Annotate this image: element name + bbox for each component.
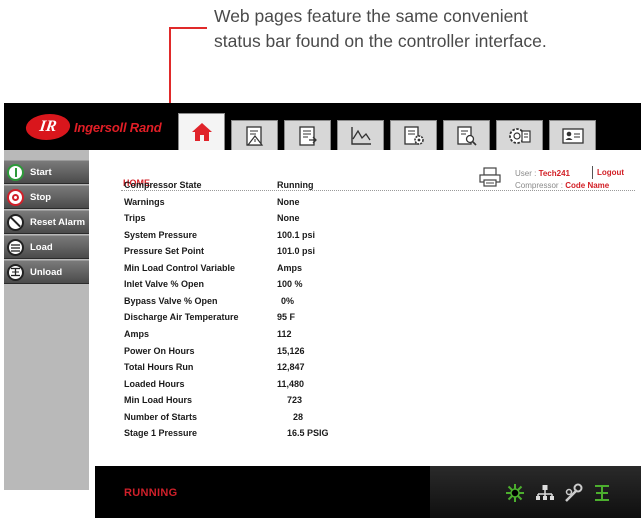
- main-panel: HOME User : Tech241 Compressor : Code Na…: [95, 156, 641, 466]
- reset-alarm-button-label: Reset Alarm: [30, 216, 86, 228]
- status-row-value: 12,847: [277, 362, 305, 373]
- status-row-label: Warnings: [124, 196, 165, 207]
- status-row-value: 112: [277, 328, 292, 339]
- document-search-icon: [456, 125, 477, 146]
- callout-line-2: status bar found on the controller inter…: [214, 31, 547, 51]
- status-row-value: None: [277, 196, 300, 207]
- callout-leader-line-vertical: [169, 27, 171, 112]
- status-row-label: Min Load Control Variable: [124, 262, 236, 273]
- load-button-label: Load: [30, 241, 53, 253]
- printer-icon[interactable]: [479, 167, 501, 187]
- status-row-label: Inlet Valve % Open: [124, 279, 205, 290]
- settings-sheet-icon: [403, 125, 424, 145]
- unload-icon: [7, 263, 24, 281]
- status-row-value: 16.5 PSIG: [287, 428, 329, 439]
- reset-alarm-icon: [7, 213, 24, 231]
- start-icon: [7, 163, 24, 181]
- status-row-label: Pressure Set Point: [124, 246, 205, 257]
- running-status: RUNNING: [124, 487, 178, 499]
- stop-button[interactable]: Stop: [4, 185, 89, 209]
- status-row-value: 100.1 psi: [277, 229, 316, 240]
- unload-button-label: Unload: [30, 266, 63, 278]
- status-row-value: 723: [287, 395, 303, 406]
- compressor-label: Compressor :: [515, 181, 566, 190]
- status-row-label: Number of Starts: [124, 411, 198, 422]
- status-row-value: 100 %: [277, 279, 303, 290]
- status-row-label: Total Hours Run: [124, 362, 194, 373]
- status-bar: RUNNING: [95, 466, 641, 518]
- fan-running-icon: [506, 484, 524, 502]
- start-button-label: Start: [30, 166, 52, 178]
- maintenance-icon: [565, 483, 583, 502]
- status-row-value: 28: [293, 411, 304, 422]
- status-row-label: Amps: [124, 328, 150, 339]
- callout-line-1: Web pages feature the same convenient: [214, 6, 528, 26]
- status-row-value: 101.0 psi: [277, 246, 316, 257]
- status-row-value: 95 F: [277, 312, 296, 323]
- tab-service[interactable]: [496, 120, 543, 150]
- status-row-value: 15,126: [277, 345, 305, 356]
- tab-trends[interactable]: [337, 120, 384, 150]
- status-row-value: 0%: [281, 295, 295, 306]
- load-status-icon: [595, 485, 609, 501]
- service-gear-icon: [508, 127, 531, 144]
- status-row-value: 11,480: [277, 378, 305, 389]
- header-separator: [592, 166, 593, 179]
- tab-events[interactable]: [284, 120, 331, 150]
- tab-home[interactable]: [178, 113, 225, 150]
- compressor-name: Code Name: [565, 181, 610, 190]
- status-row-value: None: [277, 213, 300, 224]
- alarm-report-icon: [245, 125, 263, 146]
- status-row-label: Compressor State: [124, 180, 202, 190]
- user-name: Tech241: [538, 169, 570, 178]
- callout-leader-line: [169, 27, 207, 29]
- status-row-label: Power On Hours: [124, 345, 195, 356]
- tab-user[interactable]: [549, 120, 596, 150]
- status-row-label: Trips: [124, 213, 146, 224]
- brand-logo: IR Ingersoll Rand: [24, 112, 162, 142]
- user-label: User :: [515, 169, 539, 178]
- home-icon: [191, 123, 212, 141]
- trend-chart-icon: [350, 126, 371, 145]
- user-info: User : Tech241 Compressor : Code Name: [515, 168, 609, 192]
- network-icon: [536, 485, 554, 500]
- tab-reports[interactable]: [443, 120, 490, 150]
- status-row-label: Min Load Hours: [124, 395, 192, 406]
- status-row-value: Running: [277, 180, 314, 190]
- status-row-label: Bypass Valve % Open: [124, 295, 218, 306]
- status-row-label: Loaded Hours: [124, 378, 185, 389]
- status-row-label: Stage 1 Pressure: [124, 428, 198, 439]
- load-button[interactable]: Load: [4, 235, 89, 259]
- brand-mark: IR: [24, 114, 72, 140]
- logout-link[interactable]: Logout: [597, 168, 624, 177]
- user-card-icon: [561, 127, 584, 144]
- top-header: IR Ingersoll Rand: [4, 103, 641, 150]
- control-sidebar: Start Stop Reset Alarm Load Unload: [4, 150, 89, 490]
- brand-name: Ingersoll Rand: [74, 119, 162, 135]
- stop-icon: [7, 188, 24, 206]
- event-list-icon: [298, 125, 317, 146]
- tab-alarms[interactable]: [231, 120, 278, 150]
- status-row-label: Discharge Air Temperature: [124, 312, 239, 323]
- start-button[interactable]: Start: [4, 160, 89, 184]
- status-row-label: System Pressure: [124, 229, 198, 240]
- reset-alarm-button[interactable]: Reset Alarm: [4, 210, 89, 234]
- status-row-value: Amps: [277, 262, 303, 273]
- callout-text: Web pages feature the same convenient st…: [214, 4, 634, 54]
- unload-button[interactable]: Unload: [4, 260, 89, 284]
- tab-settings[interactable]: [390, 120, 437, 150]
- load-icon: [7, 238, 24, 256]
- stop-button-label: Stop: [30, 191, 52, 203]
